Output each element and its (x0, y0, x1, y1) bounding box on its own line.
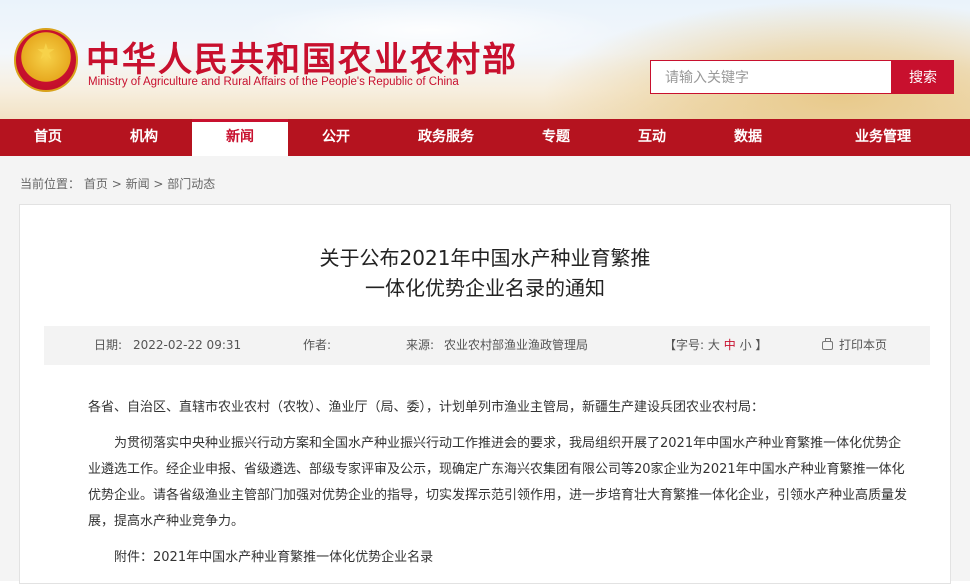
breadcrumb-separator: > (111, 177, 126, 191)
font-size-control: 【字号: 大 中 小 】 (664, 326, 767, 365)
article-title-line1: 关于公布2021年中国水产种业育繁推 (319, 246, 651, 270)
content-area: 当前位置： 首页 > 新闻 > 部门动态 关于公布2021年中国水产种业育繁推 … (0, 156, 970, 584)
breadcrumb: 当前位置： 首页 > 新闻 > 部门动态 (20, 175, 215, 192)
source-label: 来源: (406, 338, 435, 352)
nav-item-home[interactable]: 首页 (0, 119, 96, 156)
breadcrumb-dept-link[interactable]: 部门动态 (167, 177, 215, 191)
nav-item-interaction[interactable]: 互动 (604, 119, 700, 156)
breadcrumb-separator: > (153, 177, 168, 191)
date-value: 2022-02-22 09:31 (133, 338, 242, 352)
main-nav: 首页 机构 新闻 公开 政务服务 专题 互动 数据 业务管理 (0, 119, 970, 156)
emblem-star-icon: ★ (36, 40, 56, 65)
nav-item-institutions[interactable]: 机构 (96, 119, 192, 156)
article-title: 关于公布2021年中国水产种业育繁推 一体化优势企业名录的通知 (20, 243, 950, 303)
nav-item-data[interactable]: 数据 (700, 119, 796, 156)
site-header: ★ 中华人民共和国农业农村部 Ministry of Agriculture a… (0, 0, 970, 119)
article-salutation: 各省、自治区、直辖市农业农村（农牧）、渔业厅（局、委），计划单列市渔业主管局，新… (88, 400, 765, 415)
search-input[interactable] (650, 60, 892, 94)
font-size-close: 】 (755, 338, 768, 352)
breadcrumb-prefix: 当前位置： (20, 177, 81, 191)
article-body: 各省、自治区、直辖市农业农村（农牧）、渔业厅（局、委），计划单列市渔业主管局，新… (88, 395, 910, 581)
nav-item-business[interactable]: 业务管理 (796, 119, 970, 156)
nav-item-public[interactable]: 公开 (288, 119, 384, 156)
article-title-line2: 一体化优势企业名录的通知 (365, 276, 605, 300)
print-icon (822, 338, 833, 350)
breadcrumb-home-link[interactable]: 首页 (84, 177, 108, 191)
article-attachment[interactable]: 附件：2021年中国水产种业育繁推一体化优势企业名录 (88, 545, 910, 571)
article-paragraph: 为贯彻落实中央种业振兴行动方案和全国水产种业振兴行动工作推进会的要求，我局组织开… (88, 436, 908, 529)
font-size-large-button[interactable]: 大 (708, 338, 720, 352)
author-label: 作者: (303, 338, 332, 352)
site-subtitle: Ministry of Agriculture and Rural Affair… (88, 76, 459, 88)
font-size-medium-button[interactable]: 中 (724, 338, 736, 352)
nav-item-news[interactable]: 新闻 (192, 119, 288, 156)
article-meta-bar: 日期: 2022-02-22 09:31 作者: 来源: 农业农村部渔业渔政管理… (44, 326, 930, 365)
breadcrumb-news-link[interactable]: 新闻 (126, 177, 150, 191)
article-card: 关于公布2021年中国水产种业育繁推 一体化优势企业名录的通知 日期: 2022… (19, 204, 951, 584)
source-value: 农业农村部渔业渔政管理局 (444, 338, 589, 352)
print-button[interactable]: 打印本页 (822, 326, 887, 365)
nav-item-gov-services[interactable]: 政务服务 (384, 119, 508, 156)
date-label: 日期: (94, 338, 123, 352)
print-label: 打印本页 (839, 338, 888, 352)
site-title[interactable]: 中华人民共和国农业农村部 (86, 32, 518, 81)
national-emblem-icon[interactable]: ★ (14, 28, 78, 92)
font-size-small-button[interactable]: 小 (740, 338, 752, 352)
font-size-open: 【字号: (664, 338, 705, 352)
nav-item-topics[interactable]: 专题 (508, 119, 604, 156)
search-button[interactable]: 搜索 (892, 60, 954, 94)
